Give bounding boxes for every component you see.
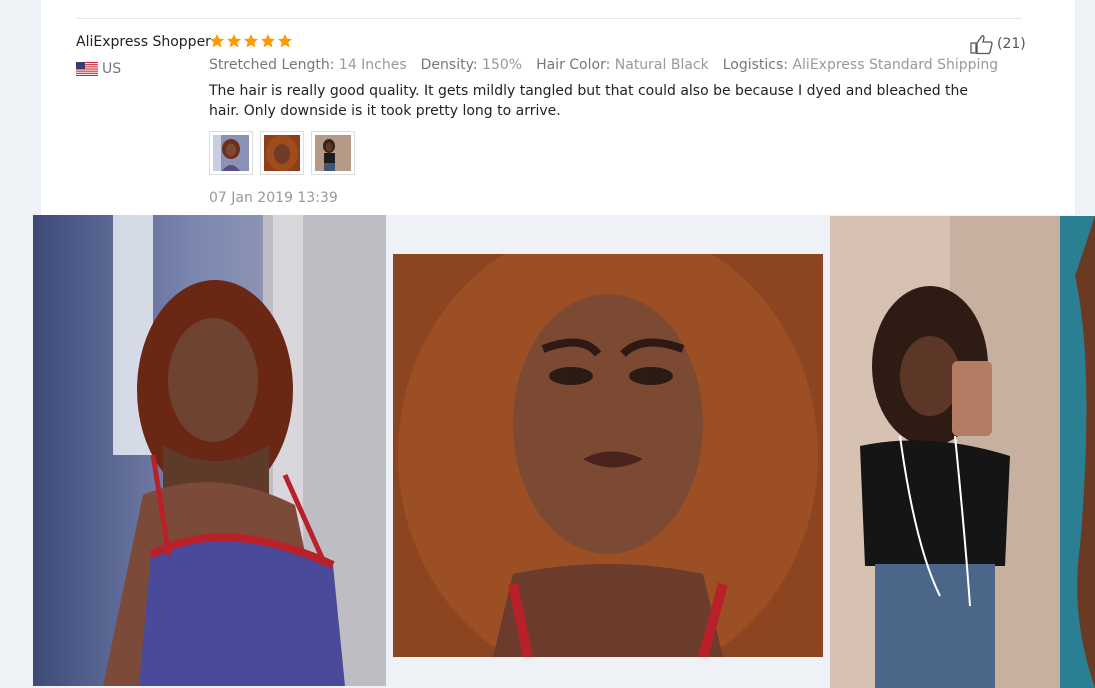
star-icon	[244, 34, 258, 48]
attr-label: Logistics:	[722, 57, 789, 73]
review-thumbnail[interactable]	[311, 131, 355, 175]
product-attributes: Stretched Length: 14 Inches Density: 150…	[209, 57, 998, 73]
star-icon	[210, 34, 224, 48]
review-thumbnail[interactable]	[209, 131, 253, 175]
attr-logistics: Logistics: AliExpress Standard Shipping	[723, 57, 998, 73]
review-photo-1[interactable]	[33, 215, 386, 686]
attr-value: 14 Inches	[338, 57, 407, 73]
star-icon	[227, 34, 241, 48]
photo-thumbnail-image	[315, 135, 351, 171]
attr-label: Hair Color:	[536, 57, 611, 73]
review-thumbnails	[209, 131, 355, 175]
thumbs-up-icon	[970, 35, 993, 55]
us-flag-icon	[76, 62, 98, 76]
star-rating	[209, 33, 293, 51]
review-text: The hair is really good quality. It gets…	[209, 83, 969, 119]
review-thumbnail[interactable]	[260, 131, 304, 175]
review-photo-3[interactable]	[830, 216, 1095, 688]
review-photo-2[interactable]	[393, 254, 823, 657]
divider	[76, 18, 1022, 19]
attr-stretched-length: Stretched Length: 14 Inches	[209, 57, 407, 73]
attr-value: 150%	[482, 57, 523, 73]
photo-thumbnail-image	[213, 135, 249, 171]
reviewer-country: US	[102, 61, 122, 77]
like-count: (21)	[997, 36, 1026, 52]
reviewer-name: AliExpress Shopper	[76, 34, 211, 50]
review-date: 07 Jan 2019 13:39	[209, 190, 338, 206]
star-icon	[261, 34, 275, 48]
attr-value: Natural Black	[614, 57, 709, 73]
attr-hair-color: Hair Color: Natural Black	[536, 57, 709, 73]
attr-label: Stretched Length:	[209, 57, 335, 73]
attr-density: Density: 150%	[421, 57, 522, 73]
attr-label: Density:	[420, 57, 478, 73]
photo-thumbnail-image	[264, 135, 300, 171]
like-button[interactable]: (21)	[969, 33, 1026, 55]
star-icon	[278, 34, 292, 48]
attr-value: AliExpress Standard Shipping	[792, 57, 999, 73]
